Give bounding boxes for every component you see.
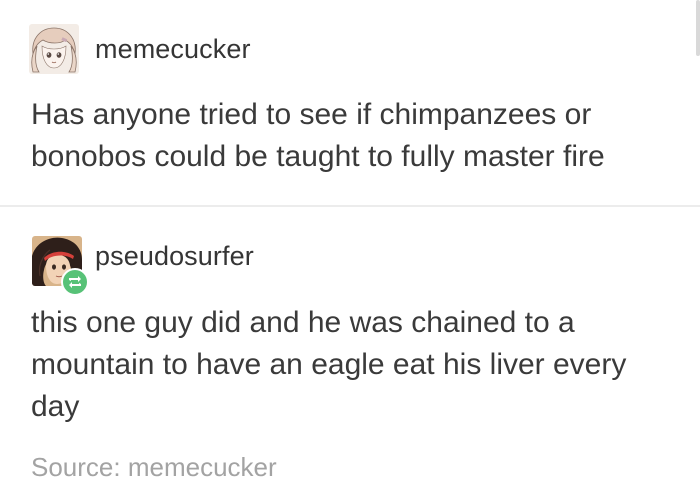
username[interactable]: memecucker [95,34,251,65]
post-original: memecucker Has anyone tried to see if ch… [0,0,700,205]
username[interactable]: pseudosurfer [95,241,254,272]
source-link[interactable]: Source: memecucker [31,452,277,483]
post-text: Has anyone tried to see if chimpanzees o… [31,98,605,173]
avatar[interactable] [29,24,79,74]
reblog-icon [69,276,81,288]
reblog-badge [61,268,89,296]
post-reblog: pseudosurfer this one guy did and he was… [0,207,700,499]
post-text: this one guy did and he was chained to a… [31,306,627,423]
anime-avatar-icon [29,24,79,74]
